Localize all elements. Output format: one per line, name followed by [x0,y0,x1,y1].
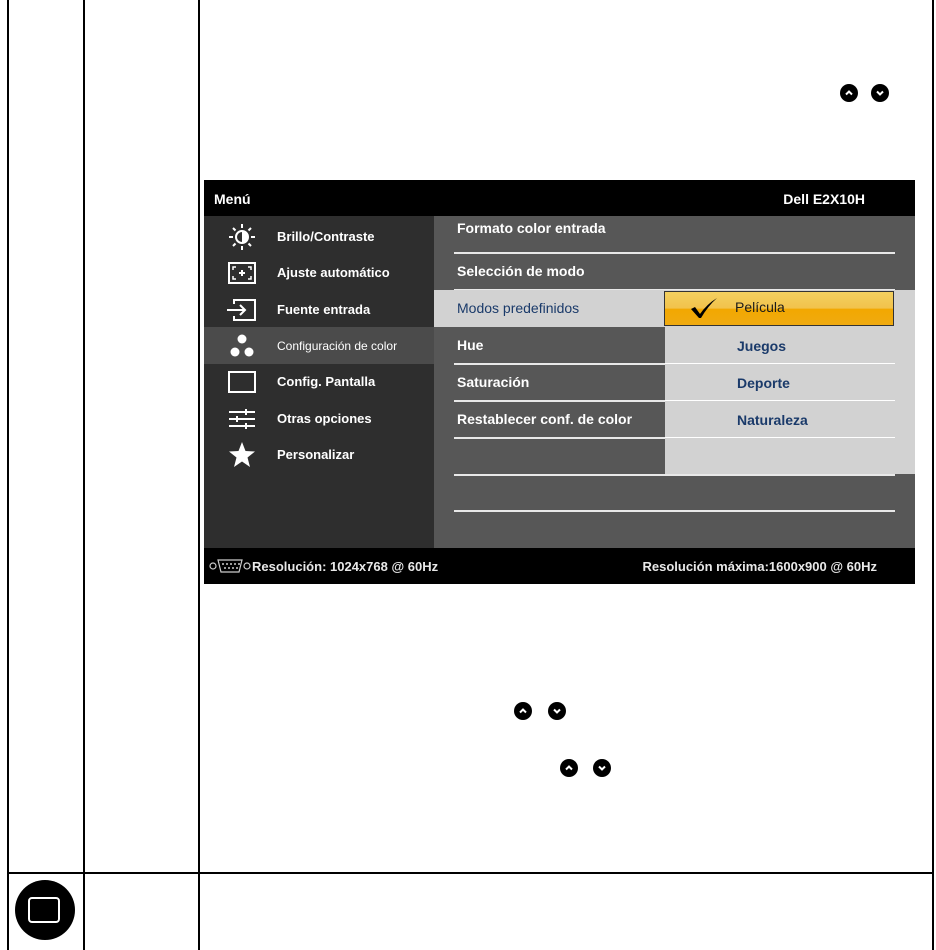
option-label: Juegos [737,338,787,354]
option-juegos[interactable]: Juegos [665,327,915,364]
menu-item-color-settings[interactable]: Configuración de color [204,327,434,364]
menu-item-label: Configuración de color [277,339,398,353]
row-saturation[interactable]: Saturación [434,364,665,401]
current-resolution: Resolución: 1024x768 @ 60Hz [252,559,439,574]
option-pelicula[interactable]: Película [664,291,894,326]
down-button-icon [871,84,889,102]
row-label: Modos predefinidos [457,300,580,316]
row-label: Restablecer conf. de color [457,411,633,427]
vga-connector-icon [209,559,251,573]
color-settings-icon [226,333,258,357]
row-mode-selection[interactable]: Selección de modo [434,253,895,290]
osd-header: Menú Dell E2X10H [204,180,915,216]
menu-item-auto-adjust[interactable]: Ajuste automático [204,254,434,291]
menu-item-display-settings[interactable]: Config. Pantalla [204,363,434,400]
brightness-contrast-icon [226,224,258,250]
other-settings-icon [226,406,258,430]
star-icon [226,442,258,467]
menu-item-label: Ajuste automático [277,265,390,280]
max-resolution: Resolución máxima:1600x900 @ 60Hz [642,559,877,574]
row-reset-color[interactable]: Restablecer conf. de color [434,401,665,438]
row-label: Hue [457,337,484,353]
row-label: Saturación [457,374,530,390]
option-naturaleza[interactable]: Naturaleza [665,401,915,438]
menu-item-label: Personalizar [277,447,355,462]
option-separator [665,437,895,438]
checkmark-icon [691,298,717,318]
table-border-right [932,0,934,950]
osd-footer: Resolución: 1024x768 @ 60Hz Resolución m… [204,548,915,584]
row-label: Selección de modo [457,263,585,279]
up-button-icon [840,84,858,102]
osd-title: Menú [214,191,251,207]
option-label: Naturaleza [737,412,808,428]
menu-item-input-source[interactable]: Fuente entrada [204,291,434,328]
menu-button-icon [15,880,75,940]
row-separator [454,474,895,476]
table-divider-1 [83,0,85,950]
row-separator [454,510,895,512]
option-deporte[interactable]: Deporte [665,364,915,401]
row-preset-modes[interactable]: Modos predefinidos [434,290,665,327]
table-border-left [7,0,9,950]
osd-main-menu: Brillo/Contraste Ajuste automático Fuent… [204,216,434,548]
auto-adjust-icon [226,260,258,284]
row-input-color-format[interactable]: Formato color entrada [434,216,895,253]
table-divider-2 [198,0,200,950]
menu-item-brightness-contrast[interactable]: Brillo/Contraste [204,218,434,255]
down-button-icon [593,759,611,777]
osd-model-name: Dell E2X10H [783,191,865,207]
display-settings-icon [226,369,258,393]
menu-item-label: Fuente entrada [277,302,371,317]
option-label: Película [735,299,785,315]
option-label: Deporte [737,375,790,391]
row-hue[interactable]: Hue [434,327,665,364]
up-button-icon [560,759,578,777]
input-source-icon [226,297,258,321]
row-separator [454,437,665,439]
row-label: Formato color entrada [457,220,606,236]
menu-item-label: Config. Pantalla [277,374,376,389]
down-button-icon [548,702,566,720]
osd-menu-screen: Menú Dell E2X10H Brillo/Contraste Ajuste… [204,180,915,584]
up-button-icon [514,702,532,720]
menu-item-label: Otras opciones [277,411,372,426]
menu-item-other-settings[interactable]: Otras opciones [204,400,434,437]
menu-item-label: Brillo/Contraste [277,229,375,244]
table-row-separator [7,872,934,874]
menu-item-personalize[interactable]: Personalizar [204,436,434,473]
